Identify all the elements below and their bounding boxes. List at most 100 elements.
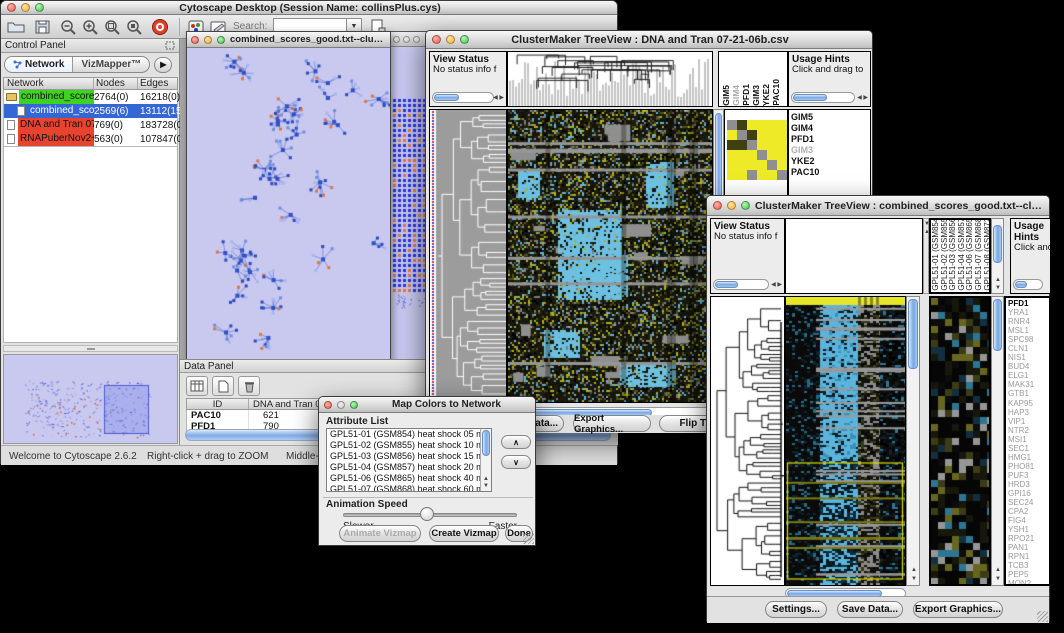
tv1-heatmap[interactable] (507, 109, 713, 403)
view-status-scrollbar[interactable] (432, 92, 494, 103)
minimize-button[interactable] (21, 3, 30, 12)
scroll-up-arrow[interactable]: ▲ (995, 277, 1001, 283)
gene-label[interactable]: GIM3 (789, 145, 870, 156)
network-row[interactable]: DNA and Tran 07769(0)183728(0) (4, 118, 177, 132)
gene-label[interactable]: GIM4 (789, 123, 870, 134)
tv2-vscrollbar[interactable]: ▲ ▼ (906, 296, 920, 586)
gene-label[interactable]: PFD1 (789, 134, 870, 145)
minimize-button[interactable] (204, 36, 212, 44)
gene-label[interactable]: GPI16 (1006, 489, 1049, 498)
scroll-arrows[interactable]: ◀ ▶ (857, 95, 868, 101)
attribute-list-item[interactable]: GPL51-06 (GSM865) heat shock 40 min (327, 473, 491, 484)
matrix-cell[interactable] (767, 130, 777, 140)
resize-grip[interactable] (523, 533, 534, 544)
gene-label[interactable]: HMG1 (1006, 453, 1049, 462)
resize-grip[interactable] (1037, 611, 1048, 622)
tv2-global-view[interactable] (785, 218, 923, 294)
zoom-button[interactable] (460, 35, 469, 44)
matrix-cell[interactable] (767, 140, 777, 150)
move-up-button[interactable]: ∧ (501, 435, 531, 449)
gene-label[interactable]: GTB1 (1006, 389, 1049, 398)
tv2-row-dendrogram[interactable] (710, 296, 785, 586)
zoom-in-icon[interactable] (79, 17, 101, 37)
view-status-scrollbar[interactable] (713, 279, 769, 290)
gene-label[interactable]: CLN1 (1006, 344, 1049, 353)
attribute-list-item[interactable]: GPL51-01 (GSM854) heat shock 05 min (327, 429, 491, 440)
matrix-cell[interactable] (737, 130, 747, 140)
gene-label[interactable]: PUF3 (1006, 471, 1049, 480)
tab-network[interactable]: Network (5, 57, 73, 72)
matrix-cell[interactable] (757, 140, 767, 150)
matrix-cell[interactable] (757, 120, 767, 130)
matrix-cell[interactable] (737, 120, 747, 130)
zoom-button[interactable] (741, 201, 750, 210)
gene-label[interactable]: YKE2 (789, 156, 870, 167)
matrix-cell[interactable] (727, 170, 737, 180)
tv2-heatmap[interactable] (785, 296, 906, 586)
treeview2-titlebar[interactable]: ClusterMaker TreeView : combined_scores_… (707, 196, 1049, 216)
move-down-button[interactable]: ∨ (501, 455, 531, 469)
settings-button[interactable]: Settings... (765, 601, 827, 618)
gene-label[interactable]: NIS1 (1006, 353, 1049, 362)
gene-label[interactable]: YSH1 (1006, 525, 1049, 534)
matrix-cell[interactable] (747, 170, 757, 180)
select-attributes-icon[interactable] (186, 376, 208, 396)
panel-split-handle[interactable] (3, 345, 178, 352)
open-file-icon[interactable] (5, 17, 27, 37)
new-attribute-icon[interactable] (212, 376, 234, 396)
gene-label[interactable]: YRA1 (1006, 308, 1049, 317)
matrix-cell[interactable] (767, 160, 777, 170)
matrix-cell[interactable] (777, 170, 787, 180)
gene-label[interactable]: PHO81 (1006, 462, 1049, 471)
main-titlebar[interactable]: Cytoscape Desktop (Session Name: collins… (1, 1, 617, 15)
col-id[interactable]: ID (187, 399, 249, 409)
gene-label[interactable]: RPO21 (1006, 534, 1049, 543)
col-network[interactable]: Network (4, 78, 94, 89)
detail-heatmap-canvas[interactable] (931, 298, 989, 584)
float-panel-icon[interactable] (165, 37, 175, 55)
minimize-button[interactable] (727, 201, 736, 210)
zoom-button[interactable] (350, 401, 358, 409)
matrix-cell[interactable] (757, 150, 767, 160)
help-lifebuoy-icon[interactable] (149, 17, 171, 37)
matrix-cell[interactable] (777, 120, 787, 130)
row-dendrogram-canvas[interactable] (430, 110, 506, 402)
tv1-row-dendrogram[interactable] (429, 109, 507, 403)
attribute-list[interactable]: GPL51-01 (GSM854) heat shock 05 minGPL51… (326, 428, 492, 492)
col-nodes[interactable]: Nodes (94, 78, 138, 89)
gene-label[interactable]: HAP3 (1006, 408, 1049, 417)
zoom-fit-icon[interactable] (123, 17, 145, 37)
attribute-list-item[interactable]: GPL51-07 (GSM868) heat shock 60 min (327, 484, 491, 492)
network-row[interactable]: combined_sco2569(6)13112(15) (4, 104, 177, 118)
gene-label[interactable]: RNR4 (1006, 317, 1049, 326)
tv2-gene-scrollbar[interactable]: ▲ ▼ (991, 296, 1004, 586)
matrix-cell[interactable] (777, 130, 787, 140)
gene-label[interactable]: MON2 (1006, 579, 1049, 586)
matrix-cell[interactable] (777, 140, 787, 150)
gene-label[interactable]: PEP5 (1006, 570, 1049, 579)
network-row[interactable]: combined_scores2764(0)16218(0) (4, 90, 177, 104)
matrix-cell[interactable] (747, 160, 757, 170)
usage-hints-scrollbar[interactable] (791, 92, 855, 103)
attribute-list-scrollbar[interactable]: ▲ ▼ (480, 429, 491, 491)
tv1-top-dendrogram[interactable] (507, 51, 713, 107)
animation-slider-thumb[interactable] (420, 507, 434, 521)
attribute-list-item[interactable]: GPL51-02 (GSM855) heat shock 10 min (327, 440, 491, 451)
heatmap-canvas[interactable] (786, 297, 905, 585)
close-button[interactable] (7, 3, 16, 12)
network-overview-canvas[interactable] (4, 355, 177, 443)
close-button[interactable] (393, 36, 400, 43)
gene-label[interactable]: GIM5 (789, 112, 870, 123)
matrix-cell[interactable] (747, 140, 757, 150)
scroll-down-arrow[interactable]: ▼ (995, 576, 1001, 582)
network-list-empty-area[interactable] (3, 147, 178, 343)
gene-label[interactable]: KAP95 (1006, 399, 1049, 408)
gene-label[interactable]: ELG1 (1006, 371, 1049, 380)
more-tabs-button[interactable]: ▶ (154, 57, 172, 73)
create-vizmap-button[interactable]: Create Vizmap (429, 525, 499, 542)
matrix-cell[interactable] (777, 150, 787, 160)
usage-hints-scrollbar[interactable] (1013, 279, 1043, 290)
tv2-detail-heatmap[interactable] (929, 296, 991, 586)
close-button[interactable] (432, 35, 441, 44)
matrix-cell[interactable] (727, 150, 737, 160)
